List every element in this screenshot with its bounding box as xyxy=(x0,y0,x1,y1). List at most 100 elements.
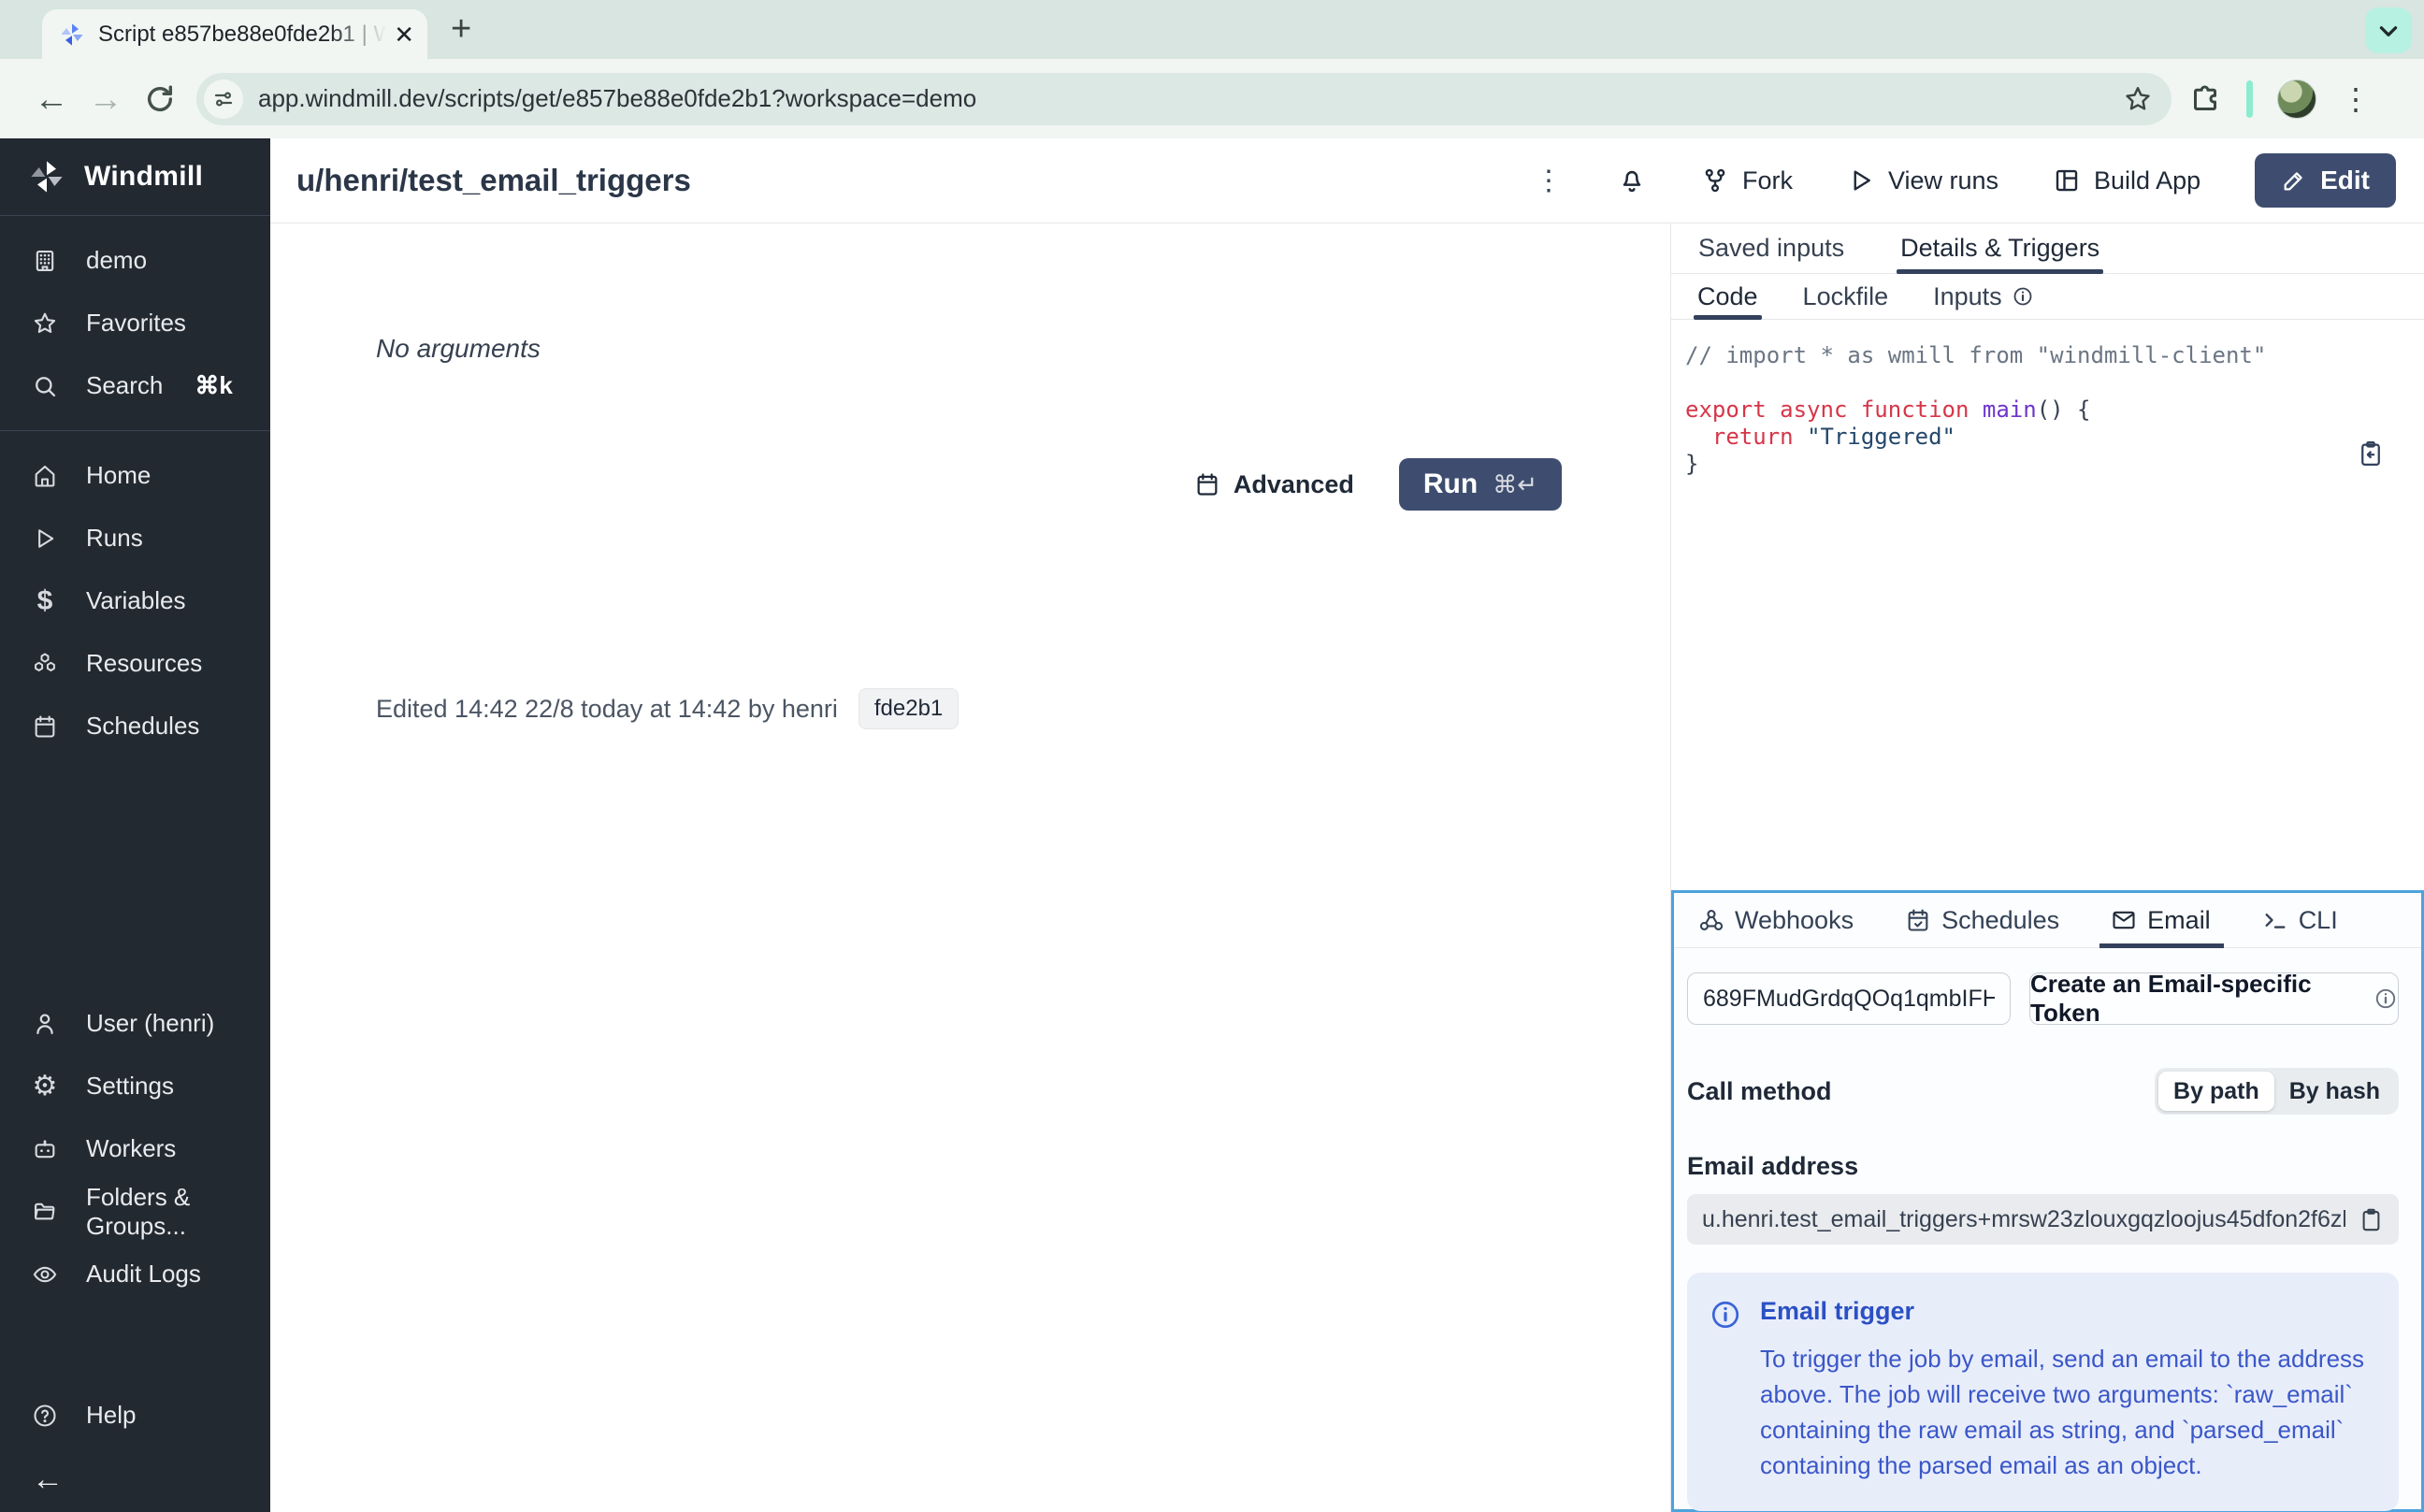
by-hash-option[interactable]: By hash xyxy=(2274,1072,2395,1111)
sidebar-item-variables[interactable]: $ Variables xyxy=(0,569,270,632)
sidebar-item-help[interactable]: Help xyxy=(0,1384,270,1447)
help-circle-icon xyxy=(30,1403,60,1429)
forward-button[interactable]: → xyxy=(79,79,133,119)
sidebar-item-runs[interactable]: Runs xyxy=(0,507,270,569)
star-icon xyxy=(30,310,60,337)
bookmark-star-icon[interactable] xyxy=(2123,84,2153,114)
browser-tab[interactable]: Script e857be88e0fde2b1 | W ✕ xyxy=(42,9,427,59)
sidebar-collapse-button[interactable]: ← xyxy=(0,1447,270,1512)
sidebar-brand[interactable]: Windmill xyxy=(0,138,270,215)
windmill-favicon xyxy=(59,22,85,48)
tab-lockfile[interactable]: Lockfile xyxy=(1803,274,1889,319)
info-box-title: Email trigger xyxy=(1760,1297,2373,1326)
tab-title: Script e857be88e0fde2b1 | W xyxy=(98,22,386,48)
sidebar-item-label: Settings xyxy=(86,1072,174,1101)
browser-menu-icon[interactable]: ⋮ xyxy=(2341,81,2371,117)
sidebar-item-label: Search xyxy=(86,371,163,400)
create-email-token-button[interactable]: Create an Email-specific Token xyxy=(2029,972,2399,1025)
edited-timestamp: Edited 14:42 22/8 today at 14:42 by henr… xyxy=(376,695,838,724)
home-icon xyxy=(30,463,60,489)
tab-search-chevron-button[interactable] xyxy=(2365,7,2412,53)
call-method-toggle: By path By hash xyxy=(2155,1068,2399,1115)
profile-separator xyxy=(2246,80,2253,118)
script-menu-icon[interactable]: ⋮ xyxy=(1535,165,1563,197)
sidebar-item-label: Runs xyxy=(86,524,143,553)
sidebar-item-settings[interactable]: ⚙ Settings xyxy=(0,1055,270,1117)
no-arguments-text: No arguments xyxy=(376,334,541,364)
browser-window: Script e857be88e0fde2b1 | W ✕ + ← → app.… xyxy=(0,0,2424,1512)
email-address-label: Email address xyxy=(1687,1152,2399,1181)
by-path-option[interactable]: By path xyxy=(2158,1072,2274,1111)
sidebar-item-workspace[interactable]: demo xyxy=(0,229,270,292)
advanced-button[interactable]: Advanced xyxy=(1194,470,1354,499)
view-runs-button[interactable]: View runs xyxy=(1847,166,1998,195)
tab-saved-inputs[interactable]: Saved inputs xyxy=(1698,223,1844,273)
email-address-value: u.henri.test_email_triggers+mrsw23zlouxg… xyxy=(1702,1206,2345,1233)
back-button[interactable]: ← xyxy=(24,79,79,119)
tab-schedules-trigger[interactable]: Schedules xyxy=(1905,893,2059,947)
build-app-button[interactable]: Build App xyxy=(2053,166,2200,195)
clipboard-copy-icon[interactable] xyxy=(2359,1207,2384,1232)
sidebar-item-folders[interactable]: Folders & Groups... xyxy=(0,1180,270,1243)
fork-button[interactable]: Fork xyxy=(1701,166,1793,195)
tab-webhooks[interactable]: Webhooks xyxy=(1698,893,1854,947)
boxes-icon xyxy=(30,651,60,677)
tab-cli[interactable]: CLI xyxy=(2262,893,2338,947)
copy-code-icon[interactable] xyxy=(2357,439,2385,468)
dollar-icon: $ xyxy=(30,587,60,615)
sidebar-item-label: Workers xyxy=(86,1134,176,1163)
gear-icon: ⚙ xyxy=(30,1073,60,1101)
notifications-bell-icon[interactable] xyxy=(1617,166,1647,195)
sidebar-item-label: Schedules xyxy=(86,712,199,741)
sidebar-item-home[interactable]: Home xyxy=(0,444,270,507)
page-title: u/henri/test_email_triggers xyxy=(296,163,691,198)
extensions-puzzle-icon[interactable] xyxy=(2188,82,2222,116)
sidebar: Windmill demo Favorites xyxy=(0,138,270,1512)
script-hash-badge[interactable]: fde2b1 xyxy=(858,688,959,729)
tab-email-trigger[interactable]: Email xyxy=(2111,893,2211,947)
reload-button[interactable] xyxy=(133,83,187,115)
sidebar-item-workers[interactable]: Workers xyxy=(0,1117,270,1180)
site-settings-icon[interactable] xyxy=(204,79,243,119)
email-address-field[interactable]: u.henri.test_email_triggers+mrsw23zlouxg… xyxy=(1687,1194,2399,1245)
code-viewer: // import * as wmill from "windmill-clie… xyxy=(1671,320,2424,478)
sidebar-item-schedules[interactable]: Schedules xyxy=(0,695,270,757)
url-bar[interactable]: app.windmill.dev/scripts/get/e857be88e0f… xyxy=(196,73,2172,125)
sidebar-item-label: Audit Logs xyxy=(86,1260,201,1289)
sidebar-item-search[interactable]: Search ⌘k xyxy=(0,354,270,417)
tab-code[interactable]: Code xyxy=(1697,274,1758,319)
info-box-body: To trigger the job by email, send an ema… xyxy=(1760,1341,2373,1483)
browser-tabstrip: Script e857be88e0fde2b1 | W ✕ + xyxy=(0,0,2424,59)
sidebar-item-label: Favorites xyxy=(86,309,186,338)
code-content[interactable]: // import * as wmill from "windmill-clie… xyxy=(1671,320,2424,478)
sidebar-item-audit-logs[interactable]: Audit Logs xyxy=(0,1243,270,1305)
run-button[interactable]: Run ⌘↵ xyxy=(1399,458,1562,511)
email-token-input[interactable] xyxy=(1687,972,2011,1025)
email-trigger-info-box: Email trigger To trigger the job by emai… xyxy=(1687,1273,2399,1511)
chevron-down-icon xyxy=(2376,19,2401,43)
sidebar-item-label: Folders & Groups... xyxy=(86,1183,270,1241)
calendar-icon xyxy=(1194,471,1220,497)
webhook-icon xyxy=(1698,907,1724,933)
tab-close-icon[interactable]: ✕ xyxy=(394,22,414,47)
building-icon xyxy=(30,248,60,274)
new-tab-button[interactable]: + xyxy=(451,11,471,47)
sidebar-item-label: Help xyxy=(86,1401,136,1430)
sidebar-item-user[interactable]: User (henri) xyxy=(0,992,270,1055)
profile-avatar[interactable] xyxy=(2277,79,2316,119)
edit-button[interactable]: Edit xyxy=(2255,153,2396,208)
sidebar-item-favorites[interactable]: Favorites xyxy=(0,292,270,354)
arrow-left-icon: ← xyxy=(32,1462,64,1498)
details-panel: Saved inputs Details & Triggers Code Loc… xyxy=(1670,223,2424,1512)
info-circle-icon xyxy=(1710,1299,1741,1483)
toolbar-right-cluster: ⋮ xyxy=(2188,79,2371,119)
terminal-icon xyxy=(2262,907,2288,933)
tab-details-triggers[interactable]: Details & Triggers xyxy=(1900,223,2099,273)
tab-inputs[interactable]: Inputs xyxy=(1933,274,2034,319)
sidebar-item-label: Home xyxy=(86,461,151,490)
url-text[interactable]: app.windmill.dev/scripts/get/e857be88e0f… xyxy=(258,84,2123,113)
sidebar-item-label: Resources xyxy=(86,649,202,678)
layout-grid-icon xyxy=(2053,166,2081,194)
sidebar-item-resources[interactable]: Resources xyxy=(0,632,270,695)
search-shortcut: ⌘k xyxy=(195,371,232,400)
